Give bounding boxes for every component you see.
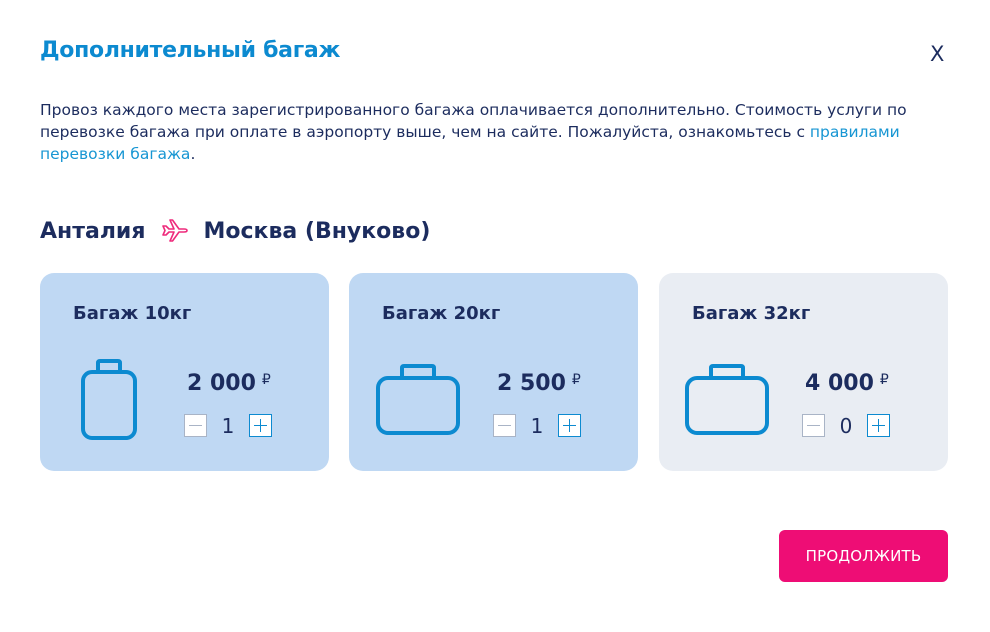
price-amount: 2 500	[497, 371, 566, 396]
baggage-price: 2 500 ₽	[497, 371, 581, 396]
suitcase-icon	[685, 364, 769, 440]
route-destination: Москва (Внуково)	[203, 218, 431, 244]
baggage-modal: Дополнительный багаж X Провоз каждого ме…	[0, 0, 990, 632]
decrement-button[interactable]	[493, 414, 516, 437]
currency-symbol: ₽	[571, 372, 581, 388]
quantity-value: 1	[221, 413, 235, 438]
continue-button[interactable]: ПРОДОЛЖИТЬ	[779, 530, 948, 582]
price-amount: 2 000	[187, 371, 256, 396]
currency-symbol: ₽	[261, 372, 271, 388]
increment-button[interactable]	[558, 414, 581, 437]
baggage-price: 4 000 ₽	[805, 371, 889, 396]
modal-title: Дополнительный багаж	[40, 38, 341, 63]
baggage-card-title: Багаж 32кг	[692, 303, 811, 324]
increment-button[interactable]	[867, 414, 890, 437]
quantity-stepper: 1	[184, 413, 272, 438]
description-text: Провоз каждого места зарегистрированного…	[40, 101, 907, 141]
close-button[interactable]: X	[930, 42, 944, 66]
quantity-stepper: 0	[802, 413, 890, 438]
price-amount: 4 000	[805, 371, 874, 396]
baggage-description: Провоз каждого места зарегистрированного…	[40, 99, 950, 165]
suitcase-upright-icon	[80, 359, 138, 445]
currency-symbol: ₽	[879, 372, 889, 388]
quantity-stepper: 1	[493, 413, 581, 438]
decrement-button[interactable]	[802, 414, 825, 437]
baggage-card-32kg[interactable]: Багаж 32кг 4 000 ₽ 0	[659, 273, 948, 471]
description-suffix: .	[190, 145, 196, 163]
quantity-value: 1	[530, 413, 544, 438]
baggage-card-title: Багаж 10кг	[73, 303, 192, 324]
baggage-card-title: Багаж 20кг	[382, 303, 501, 324]
baggage-card-20kg[interactable]: Багаж 20кг 2 500 ₽ 1	[349, 273, 638, 471]
plane-icon	[161, 217, 189, 245]
suitcase-icon	[376, 364, 460, 440]
baggage-price: 2 000 ₽	[187, 371, 271, 396]
quantity-value: 0	[839, 413, 853, 438]
decrement-button[interactable]	[184, 414, 207, 437]
increment-button[interactable]	[249, 414, 272, 437]
baggage-card-10kg[interactable]: Багаж 10кг 2 000 ₽ 1	[40, 273, 329, 471]
flight-route: Анталия Москва (Внуково)	[40, 215, 430, 247]
route-origin: Анталия	[40, 218, 146, 244]
